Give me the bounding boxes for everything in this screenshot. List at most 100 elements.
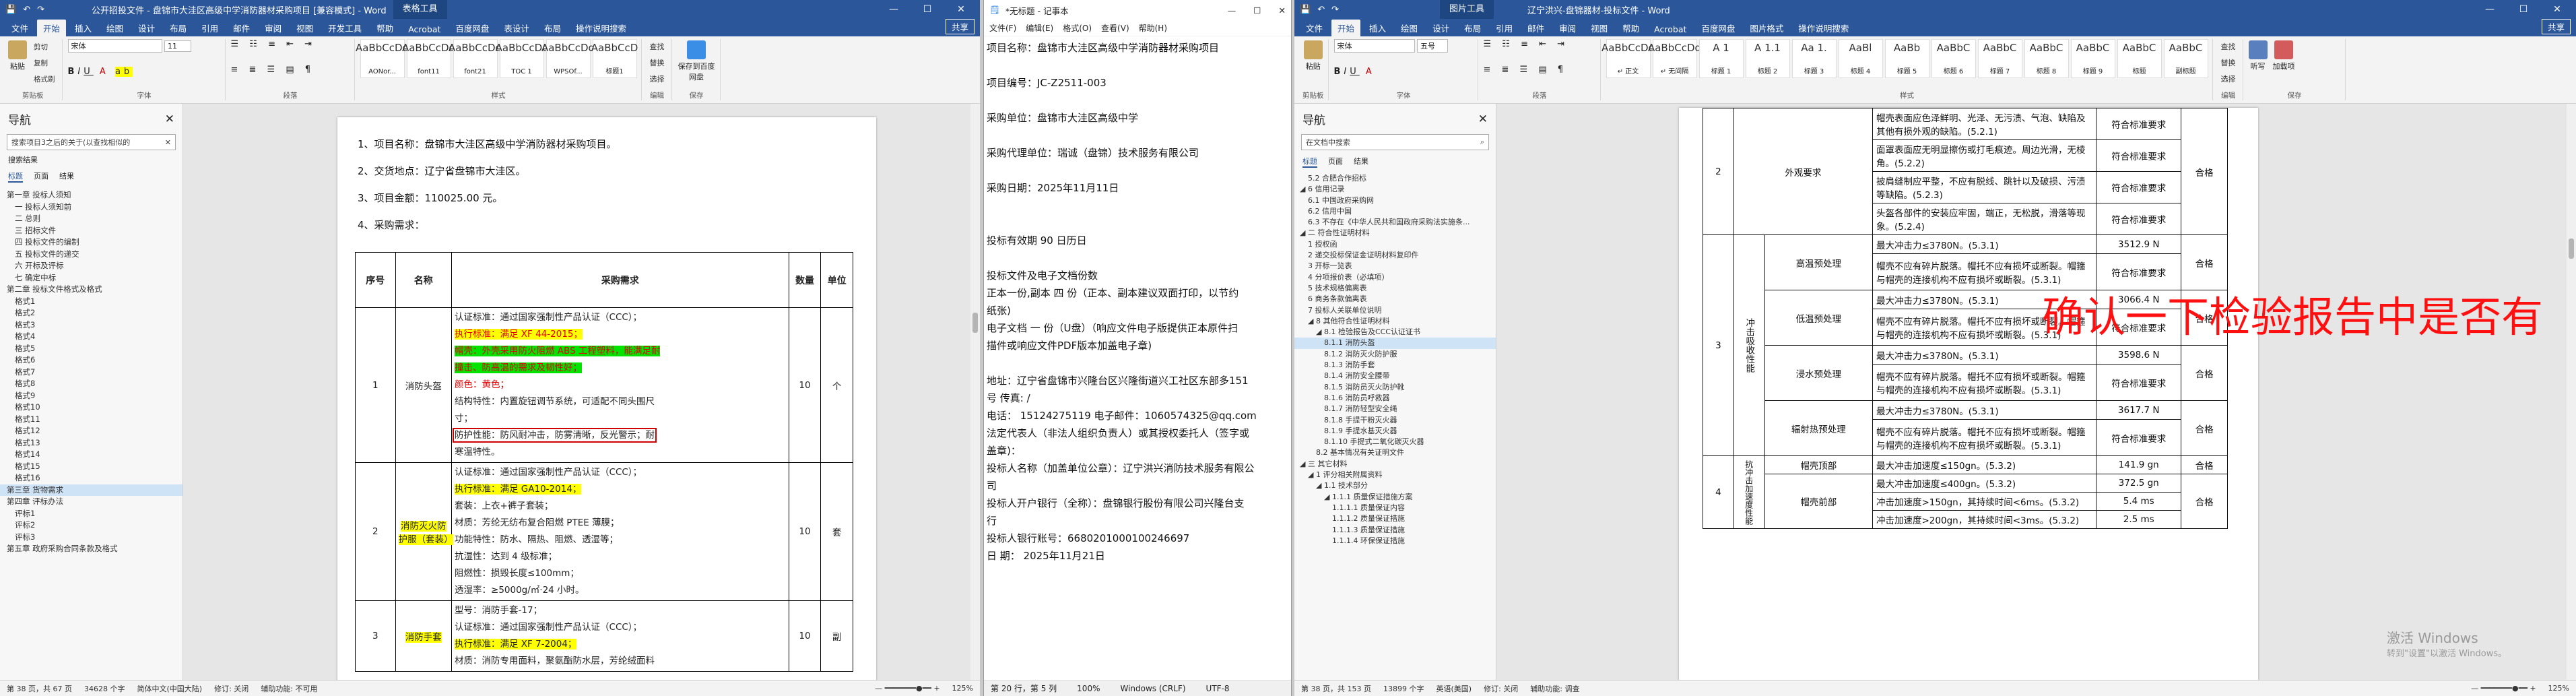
font-size-combo[interactable]: 五号 <box>1417 39 1448 53</box>
nav-heading-item[interactable]: 第三章 货物需求 <box>0 484 183 496</box>
font-color-button[interactable]: A <box>100 67 109 77</box>
nav-heading-item[interactable]: 8.1.2 消防灭火防护服 <box>1294 349 1496 360</box>
addin-button[interactable]: 加载项 <box>2273 39 2295 71</box>
copy-button[interactable]: 复制 <box>31 55 58 71</box>
align-buttons[interactable]: ≡ ≣ ☰ ▤ ¶ <box>231 65 350 75</box>
menu-tab-2[interactable]: 插入 <box>69 20 98 36</box>
nav-heading-item[interactable]: 1.1.1.3 质量保证措施 <box>1294 525 1496 536</box>
accessibility[interactable]: 辅助功能: 不可用 <box>261 683 317 694</box>
menu-tab-8[interactable]: 审阅 <box>1553 20 1582 36</box>
nav-heading-item[interactable]: 第二章 投标文件格式及格式 <box>0 284 183 296</box>
maximize-button[interactable]: ☐ <box>914 4 941 15</box>
search-icon[interactable]: ⌕ <box>1480 137 1484 147</box>
close-icon[interactable]: ✕ <box>1478 113 1488 126</box>
style-item[interactable]: AaBbCcDd WPSOf... <box>541 39 595 78</box>
nav-heading-item[interactable]: ◢ 1 评分相关附属资料 <box>1294 470 1496 480</box>
nav-heading-item[interactable]: 格式2 <box>0 307 183 319</box>
nav-heading-item[interactable]: 8.1.3 消防手套 <box>1294 360 1496 371</box>
nav-tab-1[interactable]: 页面 <box>1328 156 1343 168</box>
menu-tab-13[interactable]: 百度网盘 <box>449 20 495 36</box>
italic-button[interactable]: I <box>1344 67 1350 77</box>
style-item[interactable]: AaBbCcDd ↵ 正文 <box>1601 39 1655 78</box>
nav-tab-2[interactable]: 结果 <box>59 170 74 183</box>
format-painter-button[interactable]: 格式刷 <box>31 71 58 88</box>
nav-heading-item[interactable]: 8.2 基本情况有关证明文件 <box>1294 447 1496 458</box>
word-count[interactable]: 13899 个字 <box>1383 683 1424 694</box>
cut-button[interactable]: 剪切 <box>31 39 58 55</box>
redo-icon[interactable]: ↷ <box>1331 5 1339 15</box>
close-button[interactable]: ✕ <box>948 4 975 15</box>
font-color-button[interactable]: A <box>1366 67 1375 77</box>
nav-heading-item[interactable]: 格式4 <box>0 331 183 343</box>
nav-heading-item[interactable]: 8.1.7 消防轻型安全绳 <box>1294 404 1496 414</box>
nav-heading-item[interactable]: 1.1.1.2 质量保证措施 <box>1294 513 1496 524</box>
style-item[interactable]: AaBbCcDc TOC 1 <box>496 39 548 78</box>
close-button[interactable]: ✕ <box>1279 5 1286 15</box>
nav-heading-item[interactable]: 6.1 中国政府采购网 <box>1294 195 1496 206</box>
menu-tab-1[interactable]: 开始 <box>37 20 67 36</box>
zoom-level[interactable]: 125% <box>952 684 973 693</box>
find-button[interactable]: 查找 <box>647 39 667 55</box>
menu-tab-4[interactable]: 设计 <box>1426 20 1455 36</box>
nav-heading-item[interactable]: 评标3 <box>0 532 183 544</box>
menu-tab-14[interactable]: 表设计 <box>498 20 535 36</box>
paste-button[interactable]: 粘贴 <box>8 39 27 88</box>
nav-search-input[interactable]: 在文档中搜索 ⌕ <box>1301 134 1489 150</box>
autosave-icon[interactable]: 💾 <box>5 5 16 15</box>
nav-heading-item[interactable]: 第一章 投标人须知 <box>0 189 183 201</box>
italic-button[interactable]: I <box>77 67 84 77</box>
menu-tab-6[interactable]: 引用 <box>195 20 224 36</box>
nav-heading-item[interactable]: 格式16 <box>0 472 183 484</box>
menu-tab-2[interactable]: 插入 <box>1363 20 1392 36</box>
nav-heading-item[interactable]: 一 投标人须知前 <box>0 201 183 214</box>
font-name-combo[interactable]: 宋体 <box>1333 39 1415 53</box>
nav-heading-item[interactable]: 四 投标文件的编制 <box>0 236 183 249</box>
style-item[interactable]: A 1 标题 1 <box>1698 39 1744 78</box>
nav-heading-item[interactable]: 格式7 <box>0 367 183 379</box>
underline-button[interactable]: U <box>84 67 94 77</box>
menu-tab-16[interactable]: 操作说明搜索 <box>570 20 632 36</box>
accessibility[interactable]: 辅助功能: 调查 <box>1530 683 1579 694</box>
notepad-menu-item[interactable]: 查看(V) <box>1101 22 1129 34</box>
nav-heading-item[interactable]: 格式9 <box>0 390 183 402</box>
nav-heading-item[interactable]: 8.1.5 消防员灭火防护靴 <box>1294 382 1496 393</box>
nav-heading-item[interactable]: 8.1.1 消防头盔 <box>1294 338 1496 349</box>
underline-button[interactable]: U <box>1350 67 1360 77</box>
vertical-scrollbar[interactable] <box>2567 104 2576 680</box>
nav-tab-2[interactable]: 结果 <box>1354 156 1368 168</box>
nav-heading-item[interactable]: 1.1.1.4 环保保证措施 <box>1294 536 1496 546</box>
style-item[interactable]: AaBb 标题 5 <box>1884 39 1929 78</box>
language[interactable]: 英语(美国) <box>1436 683 1472 694</box>
style-item[interactable]: Aa 1. 标题 3 <box>1791 39 1837 78</box>
replace-button[interactable]: 替换 <box>2218 55 2239 71</box>
nav-heading-item[interactable]: ◢ 6 信用记录 <box>1294 184 1496 195</box>
nav-heading-item[interactable]: 格式5 <box>0 343 183 355</box>
notepad-menu-item[interactable]: 文件(F) <box>989 22 1016 34</box>
nav-heading-item[interactable]: 第四章 评标办法 <box>0 496 183 508</box>
nav-heading-item[interactable]: 6.3 不存在《中华人民共和国政府采购法实施条... <box>1294 217 1496 228</box>
nav-heading-item[interactable]: 格式8 <box>0 378 183 390</box>
track-changes[interactable]: 修订: 关闭 <box>214 683 249 694</box>
undo-icon[interactable]: ↶ <box>1317 5 1325 15</box>
nav-heading-item[interactable]: 5.2 合肥合作招标 <box>1294 173 1496 184</box>
redo-icon[interactable]: ↷ <box>37 5 44 15</box>
menu-tab-0[interactable]: 文件 <box>5 20 34 36</box>
menu-tab-12[interactable]: 百度网盘 <box>1695 20 1741 36</box>
page-count[interactable]: 第 38 页，共 67 页 <box>7 683 72 694</box>
zoom-level[interactable]: 125% <box>2548 684 2569 693</box>
nav-heading-item[interactable]: 三 招标文件 <box>0 225 183 237</box>
undo-icon[interactable]: ↶ <box>23 5 30 15</box>
zoom-slider[interactable]: — ━━━━━━━●━━ + <box>2471 684 2536 693</box>
word-count[interactable]: 34628 个字 <box>84 683 125 694</box>
style-item[interactable]: AaBl 标题 4 <box>1838 39 1883 78</box>
close-icon[interactable]: ✕ <box>165 138 171 147</box>
menu-tab-11[interactable]: 帮助 <box>370 20 399 36</box>
nav-heading-item[interactable]: 格式14 <box>0 449 183 461</box>
style-item[interactable]: AaBbCcD 标题1 <box>591 39 638 78</box>
close-button[interactable]: ✕ <box>2544 4 2571 15</box>
replace-button[interactable]: 替换 <box>647 55 667 71</box>
maximize-button[interactable]: ☐ <box>2510 4 2537 15</box>
nav-heading-item[interactable]: 8.1.8 手提干粉灭火器 <box>1294 415 1496 426</box>
style-item[interactable]: AaBbCcDd AONor... <box>356 39 409 78</box>
align-buttons[interactable]: ≡ ≣ ☰ ▤ ¶ <box>1484 65 1596 75</box>
